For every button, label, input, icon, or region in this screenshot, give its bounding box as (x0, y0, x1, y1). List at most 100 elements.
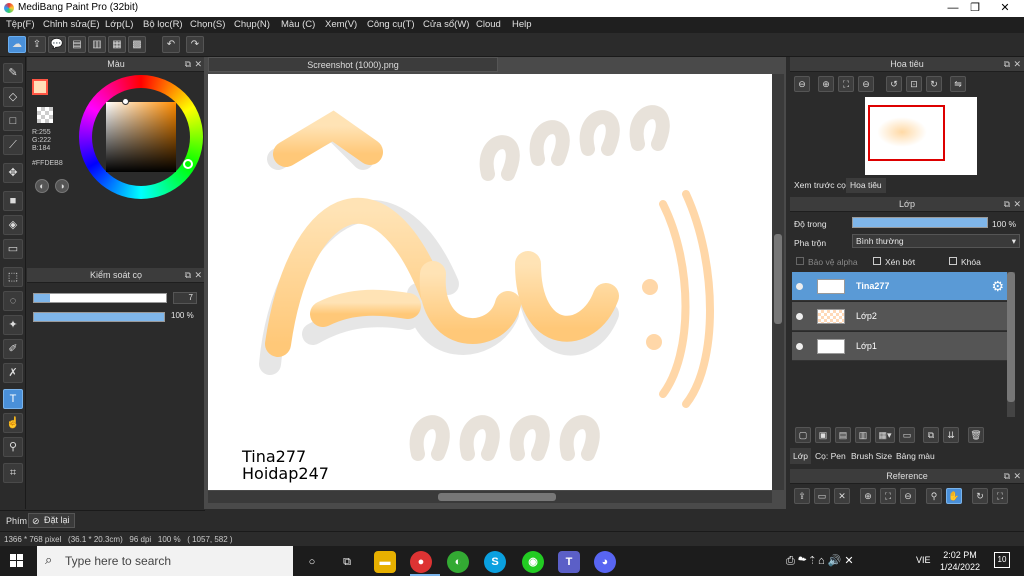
new-halftone-layer-icon[interactable]: ▣ (815, 427, 831, 443)
file-explorer-icon[interactable]: ▬ (374, 551, 396, 573)
menu-layer[interactable]: Lớp(L) (105, 19, 133, 30)
document-tab[interactable]: Screenshot (1000).png (208, 57, 498, 72)
sv-picker-handle[interactable] (122, 98, 129, 105)
color-wheel[interactable] (79, 75, 203, 199)
eraser-tool-icon[interactable]: ◇ (3, 87, 23, 107)
zoom-reset-icon[interactable]: ⊖ (858, 76, 874, 92)
menu-edit[interactable]: Chỉnh sửa(E) (43, 19, 100, 30)
menu-file[interactable]: Tệp(F) (6, 19, 35, 30)
hue-picker-handle[interactable] (183, 159, 193, 169)
palette-icon[interactable]: ◐ (35, 179, 49, 193)
lock-checkbox[interactable] (949, 257, 957, 265)
gear-icon[interactable]: ⚙ (991, 278, 1004, 295)
float-icon[interactable]: ⧉ (1004, 57, 1010, 72)
menu-tools[interactable]: Công cụ(T) (367, 19, 415, 30)
windows-start-icon[interactable] (10, 554, 24, 568)
select-tool-icon[interactable]: ⬚ (3, 267, 23, 287)
horizontal-scroll-thumb[interactable] (438, 493, 556, 501)
fit-icon[interactable]: ⛶ (880, 488, 896, 504)
zoom-out-icon[interactable]: ⊖ (794, 76, 810, 92)
folder-icon[interactable]: ▭ (899, 427, 915, 443)
rotate-reset-icon[interactable]: ⊡ (906, 76, 922, 92)
teams-icon[interactable]: T (558, 551, 580, 573)
saturation-value-square[interactable] (106, 102, 176, 172)
tab-layer[interactable]: Lớp (790, 448, 812, 464)
close-panel-icon[interactable]: ✕ (1013, 57, 1021, 72)
layer-row-lop1[interactable]: Lớp1 (792, 332, 1007, 361)
browser-green-icon[interactable]: ◉ (522, 551, 544, 573)
clipping-checkbox[interactable] (873, 257, 881, 265)
line-tool-icon[interactable]: ⟋ (3, 135, 23, 155)
operation-tool-icon[interactable]: ☝ (3, 413, 23, 433)
notification-icon[interactable]: 10 (994, 552, 1010, 568)
primary-color-swatch[interactable] (32, 79, 48, 95)
fullscreen-icon[interactable]: ⛶ (992, 488, 1008, 504)
zoom-in-icon[interactable]: ⊕ (818, 76, 834, 92)
fit-icon[interactable]: ⛶ (838, 76, 854, 92)
rotate-right-icon[interactable]: ↻ (926, 76, 942, 92)
grid-icon[interactable]: ▦ (108, 36, 126, 53)
rotate-icon[interactable]: ↻ (972, 488, 988, 504)
eyedropper-tool-icon[interactable]: ⚲ (3, 437, 23, 457)
close-panel-icon[interactable]: ✕ (194, 57, 202, 72)
layer-row-tina277[interactable]: Tina277 ⚙ (792, 272, 1007, 301)
layer-scrollbar[interactable] (1007, 272, 1015, 417)
shortcut-tab[interactable]: Phím (6, 516, 27, 526)
tab-brush-preview[interactable]: Xem trước cọ (794, 180, 846, 190)
document-icon[interactable]: ▥ (88, 36, 106, 53)
float-icon[interactable]: ⧉ (1004, 197, 1010, 212)
trash-icon[interactable]: 🗑 (968, 427, 984, 443)
gradient-tool-icon[interactable]: ▭ (3, 239, 23, 259)
brush-tool-icon[interactable]: ✎ (3, 63, 23, 83)
zoom-out-icon[interactable]: ⊖ (900, 488, 916, 504)
comment-icon[interactable]: 💬 (48, 36, 66, 53)
clock[interactable]: 2:02 PM 1/24/2022 (940, 549, 980, 573)
redo-icon[interactable]: ↷ (186, 36, 204, 53)
menu-view[interactable]: Xem(V) (325, 19, 357, 30)
discord-icon[interactable]: ◕ (594, 551, 616, 573)
close-button[interactable]: ✕ (990, 0, 1020, 17)
palette-alt-icon[interactable]: ◑ (55, 179, 69, 193)
menu-color[interactable]: Màu (C) (281, 19, 315, 30)
brush-opacity-slider[interactable] (33, 312, 165, 322)
maximize-button[interactable]: ❐ (960, 0, 990, 17)
merge-layer-icon[interactable]: ⇊ (943, 427, 959, 443)
skype-icon[interactable]: S (484, 551, 506, 573)
float-icon[interactable]: ⧉ (185, 57, 191, 72)
reset-button[interactable]: ⊘ Đặt lại (28, 513, 75, 528)
close-panel-icon[interactable]: ✕ (1013, 469, 1021, 484)
secondary-color-swatch[interactable] (37, 107, 53, 123)
vertical-scrollbar[interactable] (772, 74, 784, 490)
tab-palette[interactable]: Bảng màu (896, 451, 935, 461)
tab-navigator[interactable]: Hoa tiêu (846, 178, 886, 193)
cortana-icon[interactable]: ○ (301, 551, 323, 573)
rectangle-tool-icon[interactable]: □ (3, 111, 23, 131)
bucket-tool-icon[interactable]: ◈ (3, 215, 23, 235)
eyedropper-icon[interactable]: ⚲ (926, 488, 942, 504)
menu-window[interactable]: Cửa sổ(W) (423, 19, 469, 30)
brush-size-value[interactable]: 7 (173, 292, 197, 304)
drawing-canvas[interactable]: Tina277 Hoidap247 (208, 74, 772, 490)
menu-filter[interactable]: Bộ lọc(R) (143, 19, 183, 30)
menu-cloud[interactable]: Cloud (476, 19, 501, 30)
tab-brush-pen[interactable]: Cọ: Pen (815, 451, 846, 461)
cloud-upload-icon[interactable]: ⇪ (794, 488, 810, 504)
horizontal-scrollbar[interactable] (208, 491, 772, 503)
tab-brush-size[interactable]: Brush Size (851, 451, 892, 461)
close-panel-icon[interactable]: ✕ (194, 268, 202, 283)
float-icon[interactable]: ⧉ (185, 268, 191, 283)
magic-wand-tool-icon[interactable]: ✦ (3, 315, 23, 335)
visibility-icon[interactable] (796, 313, 803, 320)
undo-icon[interactable]: ↶ (162, 36, 180, 53)
move-tool-icon[interactable]: ✥ (3, 163, 23, 183)
lasso-tool-icon[interactable]: ◌ (3, 291, 23, 311)
share-icon[interactable]: ⇪ (28, 36, 46, 53)
add-special-layer-icon[interactable]: ▦▾ (875, 427, 895, 443)
hand-icon[interactable]: ✋ (946, 488, 962, 504)
visibility-icon[interactable] (796, 343, 803, 350)
select-pen-tool-icon[interactable]: ✐ (3, 339, 23, 359)
flip-icon[interactable]: ⇋ (950, 76, 966, 92)
layer-scroll-thumb[interactable] (1007, 272, 1015, 402)
new-layer-icon[interactable]: ▢ (795, 427, 811, 443)
layer-row-lop2[interactable]: Lớp2 (792, 302, 1007, 331)
